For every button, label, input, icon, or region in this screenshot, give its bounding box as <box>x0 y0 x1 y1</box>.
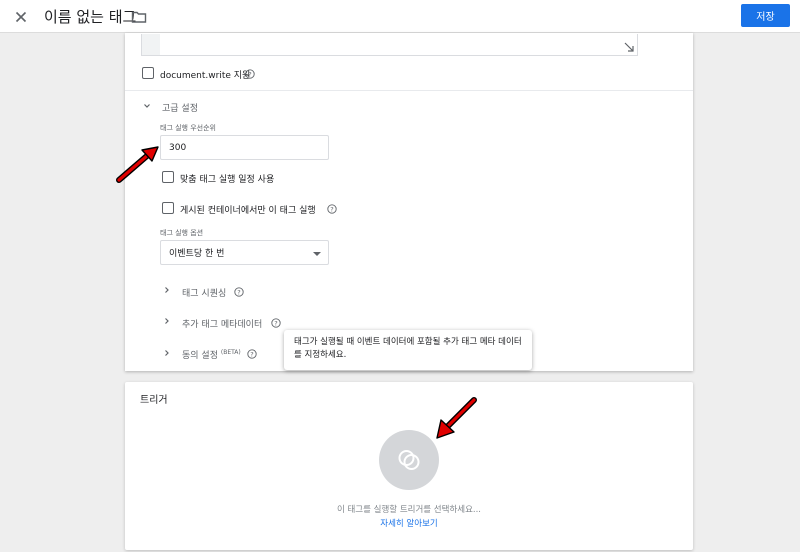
learn-more-link[interactable]: 자세히 알아보기 <box>125 517 693 529</box>
dropdown-caret-icon <box>313 252 321 256</box>
additional-metadata-toggle[interactable]: 추가 태그 메타데이터 <box>182 317 262 330</box>
custom-html-editor[interactable] <box>141 34 638 56</box>
priority-caption: 태그 실행 우선순위 <box>160 124 216 132</box>
help-icon[interactable]: ? <box>247 349 257 359</box>
chevron-down-icon[interactable] <box>142 101 152 111</box>
firing-option-value: 이벤트당 한 번 <box>169 249 225 259</box>
custom-schedule-checkbox[interactable] <box>162 171 174 183</box>
advanced-settings-toggle[interactable]: 고급 설정 <box>162 101 198 114</box>
triggering-card: 트리거 이 태그를 실행할 트리거를 선택하세요... 자세히 알아보기 <box>125 382 693 550</box>
save-button[interactable]: 저장 <box>741 4 790 27</box>
tag-configuration-card: document.write 지원 ? 고급 설정 태그 실행 우선순위 300… <box>125 33 693 371</box>
published-only-checkbox[interactable] <box>162 202 174 214</box>
divider <box>125 90 693 91</box>
help-icon[interactable]: ? <box>234 287 244 297</box>
svg-text:?: ? <box>248 70 251 78</box>
priority-input[interactable]: 300 <box>160 135 329 160</box>
tag-sequencing-toggle[interactable]: 태그 시퀀싱 <box>182 286 226 299</box>
page-title[interactable]: 이름 없는 태그 <box>44 6 136 27</box>
document-write-checkbox[interactable] <box>142 67 154 79</box>
help-icon[interactable]: ? <box>245 69 255 79</box>
svg-text:?: ? <box>330 205 333 213</box>
svg-text:?: ? <box>250 350 253 358</box>
custom-schedule-label: 맞춤 태그 실행 일정 사용 <box>180 175 275 185</box>
document-write-label: document.write 지원 <box>160 71 251 81</box>
beta-badge: (BETA) <box>220 349 241 356</box>
triggering-title: 트리거 <box>140 395 168 406</box>
consent-settings-toggle[interactable]: 동의 설정 (BETA) <box>182 348 241 361</box>
svg-text:?: ? <box>237 288 240 296</box>
folder-icon[interactable] <box>131 9 147 25</box>
trigger-hint: 이 태그를 실행할 트리거를 선택하세요... <box>336 505 482 515</box>
help-icon[interactable]: ? <box>271 318 281 328</box>
chevron-right-icon[interactable] <box>162 348 172 358</box>
trigger-icon <box>398 450 420 470</box>
chevron-right-icon[interactable] <box>162 285 172 295</box>
annotation-arrow-icon <box>116 146 159 183</box>
firing-options-caption: 태그 실행 옵션 <box>160 229 204 237</box>
top-bar: 이름 없는 태그 저장 <box>0 0 800 33</box>
published-only-label: 게시된 컨테이너에서만 이 태그 실행 <box>180 206 316 216</box>
chevron-right-icon[interactable] <box>162 316 172 326</box>
close-icon[interactable] <box>13 9 29 25</box>
metadata-tooltip: 태그가 실행될 때 이벤트 데이터에 포함될 추가 태그 메타 데이터를 지정하… <box>284 330 532 370</box>
svg-text:?: ? <box>274 319 277 327</box>
annotation-arrow-icon <box>436 397 477 439</box>
resize-handle-icon[interactable] <box>624 42 634 52</box>
editor-gutter <box>142 34 160 55</box>
consent-settings-label: 동의 설정 <box>182 351 218 361</box>
add-trigger-button[interactable] <box>379 430 439 490</box>
help-icon[interactable]: ? <box>327 204 337 214</box>
firing-options-select[interactable]: 이벤트당 한 번 <box>160 240 329 265</box>
